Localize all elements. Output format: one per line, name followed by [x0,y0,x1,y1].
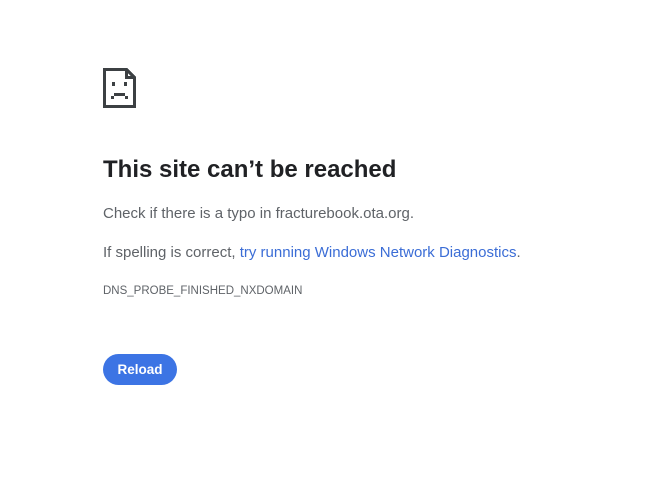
spelling-message-prefix: If spelling is correct, [103,244,240,261]
error-code: DNS_PROBE_FINISHED_NXDOMAIN [103,285,303,297]
sad-page-icon [103,68,136,108]
typo-message: Check if there is a typo in fracturebook… [103,205,414,222]
page-title: This site can’t be reached [103,156,397,183]
spelling-message-suffix: . [516,244,521,261]
network-diagnostics-link[interactable]: try running Windows Network Diagnostics [240,244,517,261]
reload-button[interactable]: Reload [103,354,177,385]
spelling-message: If spelling is correct, try running Wind… [103,244,521,261]
